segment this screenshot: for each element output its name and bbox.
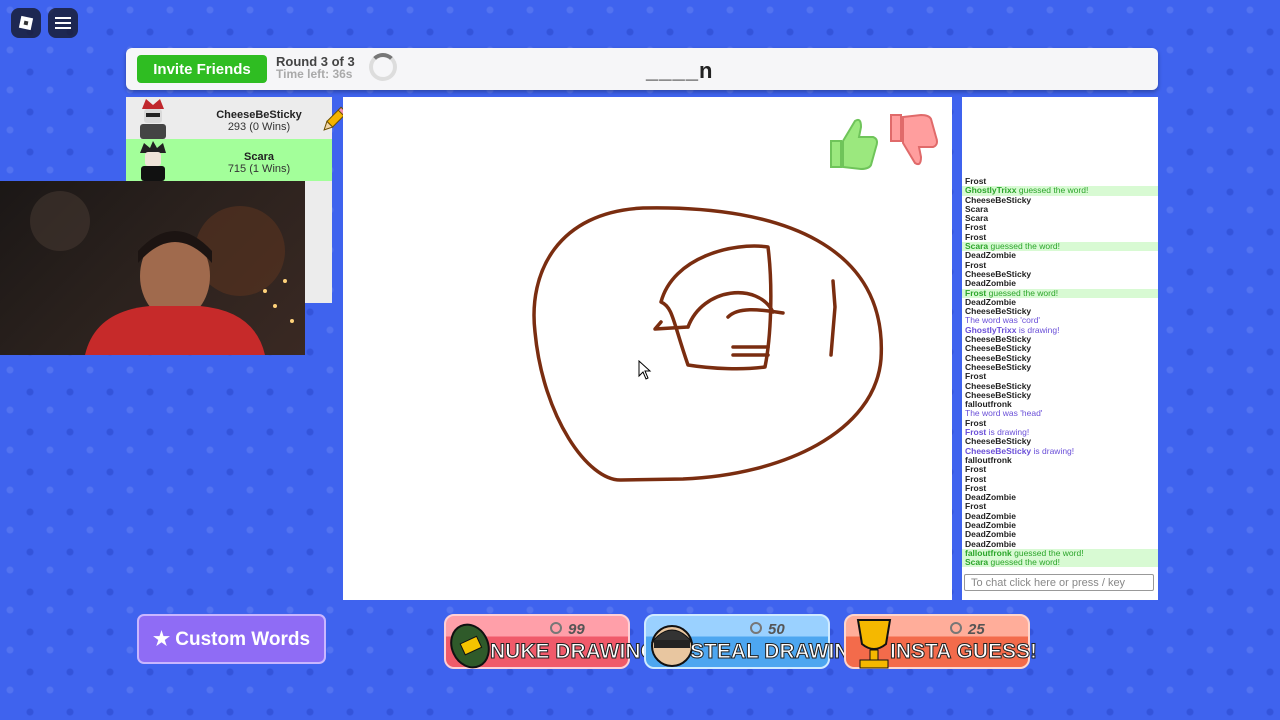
time-left: Time left: 36s (276, 67, 353, 81)
chat-text: guessed the word! (988, 557, 1060, 568)
main-menu-button[interactable] (48, 8, 78, 38)
player-score: 293 (0 Wins) (227, 121, 291, 133)
chat-message: Scara (962, 214, 1158, 223)
power-cost: 50 (768, 621, 785, 638)
chat-message: Frost (962, 474, 1158, 484)
coin-icon (750, 622, 762, 634)
invite-friends-button[interactable]: Invite Friends (137, 55, 267, 83)
drawing (532, 113, 938, 482)
chat-message: DeadZombie (962, 251, 1158, 260)
coin-icon (550, 622, 562, 634)
chat-message: CheeseBeSticky (962, 362, 1158, 372)
avatar (140, 99, 166, 139)
avatar (140, 141, 166, 181)
round-info: Round 3 of 3 Time left: 36s (276, 55, 355, 81)
chat-message: Frost (962, 223, 1158, 232)
player-name: CheeseBeSticky (216, 109, 302, 121)
chat-message: DeadZombie (962, 492, 1158, 502)
player-row[interactable]: Scara 715 (1 Wins) (126, 139, 332, 181)
drawing-canvas[interactable] (343, 97, 952, 600)
chat-message: CheeseBeSticky (962, 195, 1158, 205)
word-hint: ____n (646, 58, 714, 83)
mouse-cursor-icon (638, 360, 652, 380)
chat-message: Frost (962, 465, 1158, 474)
player-row[interactable]: CheeseBeSticky 293 (0 Wins) (126, 97, 332, 139)
steal-drawing-button[interactable]: 50 STEAL DRAWING! (644, 614, 873, 669)
thumbs-down-icon (890, 113, 938, 166)
nuke-drawing-button[interactable]: 99 NUKE DRAWING! (444, 614, 664, 669)
chat-message: Scara (962, 204, 1158, 214)
power-label: INSTA GUESS! (889, 640, 1038, 664)
chat-text: is drawing! (1031, 445, 1075, 456)
chat-log: Frost GhostlyTrixx guessed the word! Chees… (962, 176, 1158, 568)
insta-guess-button[interactable]: 25 INSTA GUESS! (844, 614, 1038, 669)
power-cost: 99 (568, 621, 585, 638)
coin-icon (950, 622, 962, 634)
timer-spinner (369, 53, 397, 81)
top-bar: Invite Friends Round 3 of 3 Time left: 3… (126, 48, 1158, 90)
chat-message: Scara guessed the word! (962, 557, 1158, 568)
thumbs-up-icon (830, 118, 878, 171)
chat-message: falloutfronk (962, 455, 1158, 465)
chat-panel: Frost GhostlyTrixx guessed the word! Chees… (962, 97, 1158, 600)
chat-author: Scara (965, 557, 989, 568)
player-score: 715 (1 Wins) (227, 163, 291, 175)
webcam-overlay (0, 181, 305, 355)
chat-message: The word was 'head' (962, 409, 1158, 418)
player-name: Scara (244, 151, 274, 163)
power-cost: 25 (968, 621, 985, 638)
custom-words-button[interactable]: ★ Custom Words (137, 614, 326, 664)
power-label: NUKE DRAWING! (490, 640, 665, 664)
chat-input[interactable]: To chat click here or press / key (964, 574, 1154, 591)
hamburger-menu-icon (55, 17, 71, 29)
roblox-logo-icon (18, 15, 34, 31)
roblox-menu-button[interactable] (11, 8, 41, 38)
